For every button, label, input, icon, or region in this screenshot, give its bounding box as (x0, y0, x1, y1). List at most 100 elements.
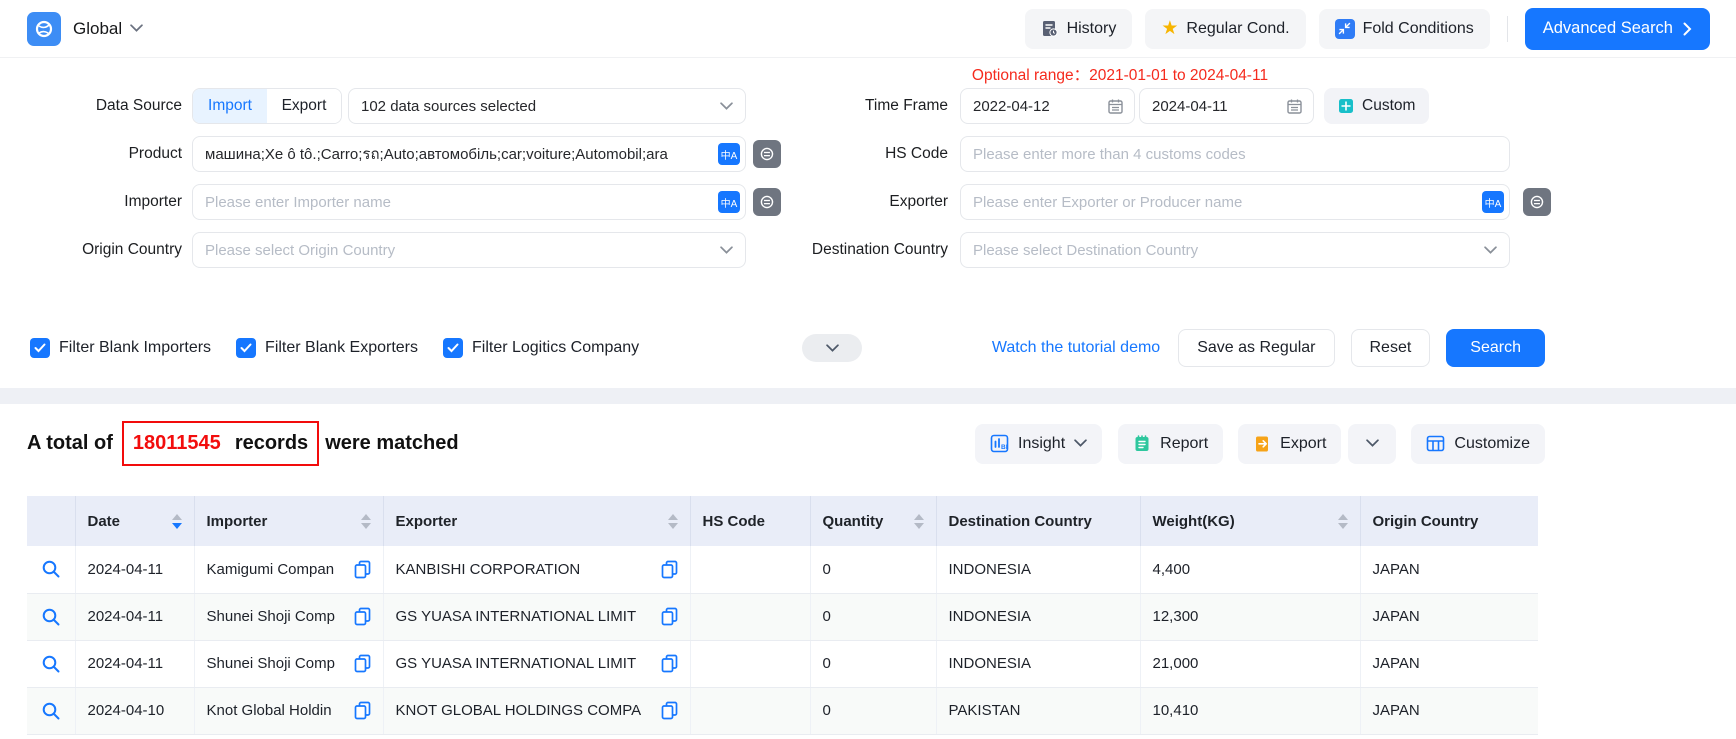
cell-hs-code (690, 593, 810, 640)
destination-country-select[interactable]: Please select Destination Country (960, 232, 1510, 268)
importer-label: Importer (0, 193, 182, 211)
cell-date: 2024-04-11 (75, 593, 194, 640)
origin-country-select[interactable]: Please select Origin Country (192, 232, 746, 268)
exclude-filter-icon[interactable]: ⊜ (753, 188, 781, 216)
calendar-icon (1286, 98, 1303, 115)
report-label: Report (1160, 435, 1208, 453)
reset-button[interactable]: Reset (1351, 329, 1431, 367)
copy-icon[interactable] (661, 701, 678, 720)
cell-date: 2024-04-11 (75, 640, 194, 687)
search-button[interactable]: Search (1446, 329, 1545, 367)
chevron-down-icon (826, 344, 839, 353)
calendar-icon (1107, 98, 1124, 115)
copy-icon[interactable] (661, 560, 678, 579)
translate-icon[interactable]: 中A (1482, 191, 1504, 213)
exclude-filter-icon[interactable]: ⊜ (1523, 188, 1551, 216)
sort-arrows-icon[interactable] (668, 514, 678, 529)
translate-icon[interactable]: 中A (718, 191, 740, 213)
optional-range-hint: Optional range：2021-01-01 to 2024-04-11 (940, 63, 1300, 85)
advanced-search-label: Advanced Search (1543, 19, 1673, 38)
col-header-destination-country: Destination Country (936, 496, 1140, 546)
report-icon (1133, 435, 1151, 453)
tab-import[interactable]: Import (193, 89, 267, 123)
importer-input[interactable] (192, 184, 746, 220)
checkbox-filter-blank-exporters[interactable]: Filter Blank Exporters (236, 338, 418, 358)
col-header-date[interactable]: Date (75, 496, 194, 546)
fold-conditions-button[interactable]: Fold Conditions (1319, 9, 1490, 49)
save-as-regular-button[interactable]: Save as Regular (1178, 329, 1334, 367)
cell-destination: INDONESIA (936, 640, 1140, 687)
tutorial-demo-link[interactable]: Watch the tutorial demo (992, 339, 1160, 357)
cell-date: 2024-04-11 (75, 546, 194, 593)
trade-data-search-app: Global History ★ Regular Cond. (0, 0, 1736, 739)
hs-code-label: HS Code (790, 145, 948, 163)
col-header-origin-country: Origin Country (1360, 496, 1538, 546)
checkbox-checked-icon[interactable] (443, 338, 463, 358)
row-preview-cell (27, 687, 75, 734)
export-dropdown-button[interactable] (1348, 424, 1396, 464)
magnifier-icon[interactable] (41, 654, 61, 674)
insight-label: Insight (1018, 435, 1065, 453)
checkbox-filter-blank-importers[interactable]: Filter Blank Importers (30, 338, 211, 358)
advanced-search-button[interactable]: Advanced Search (1525, 8, 1710, 50)
copy-icon[interactable] (661, 654, 678, 673)
history-icon (1041, 20, 1059, 38)
customize-label: Customize (1454, 435, 1530, 453)
form-row-product: Product 中A ⊜ HS Code (0, 136, 1736, 172)
form-row-importer: Importer 中A ⊜ Exporter 中A ⊜ (0, 184, 1736, 220)
checkbox-checked-icon[interactable] (30, 338, 50, 358)
form-row-datasource: Data Source Import Export 102 data sourc… (0, 88, 1736, 124)
chevron-down-icon (130, 24, 143, 33)
records-word: records (235, 432, 308, 455)
collapse-conditions-button[interactable] (802, 334, 862, 362)
date-end-input[interactable]: 2024-04-11 (1139, 88, 1314, 124)
report-button[interactable]: Report (1118, 424, 1223, 464)
cell-destination: INDONESIA (936, 593, 1140, 640)
record-count: 18011545 (133, 432, 221, 455)
col-header-exporter[interactable]: Exporter (383, 496, 690, 546)
cell-weight: 10,410 (1140, 687, 1360, 734)
magnifier-icon[interactable] (41, 701, 61, 721)
cell-quantity: 0 (810, 546, 936, 593)
product-input[interactable] (192, 136, 746, 172)
customize-button[interactable]: Customize (1411, 424, 1545, 464)
sort-arrows-icon[interactable] (914, 514, 924, 529)
copy-icon[interactable] (354, 560, 371, 579)
checkbox-filter-logistics-company[interactable]: Filter Logitics Company (443, 338, 639, 358)
date-start-input[interactable]: 2022-04-12 (960, 88, 1135, 124)
tab-export[interactable]: Export (267, 89, 341, 123)
regular-cond-button[interactable]: ★ Regular Cond. (1145, 9, 1305, 49)
sort-arrows-icon[interactable] (361, 514, 371, 529)
checkbox-checked-icon[interactable] (236, 338, 256, 358)
col-header-importer[interactable]: Importer (194, 496, 383, 546)
copy-icon[interactable] (354, 701, 371, 720)
region-selector[interactable]: Global (73, 19, 143, 39)
region-label: Global (73, 19, 122, 39)
magnifier-icon[interactable] (41, 607, 61, 627)
section-divider-band (0, 388, 1736, 404)
sort-arrows-icon[interactable] (1338, 514, 1348, 529)
custom-range-button[interactable]: Custom (1324, 88, 1429, 124)
copy-icon[interactable] (661, 607, 678, 626)
exporter-input[interactable] (960, 184, 1510, 220)
copy-icon[interactable] (354, 607, 371, 626)
sort-arrows-icon[interactable] (172, 514, 182, 529)
translate-icon[interactable]: 中A (718, 143, 740, 165)
cell-exporter: KNOT GLOBAL HOLDINGS COMPA (383, 687, 690, 734)
cell-text: GS YUASA INTERNATIONAL LIMIT (396, 608, 637, 625)
col-header-hs-code: HS Code (690, 496, 810, 546)
product-label: Product (0, 145, 182, 163)
copy-icon[interactable] (354, 654, 371, 673)
cell-weight: 12,300 (1140, 593, 1360, 640)
export-button[interactable]: Export (1238, 424, 1341, 464)
cell-importer: Shunei Shoji Comp (194, 640, 383, 687)
col-header-weight-kg[interactable]: Weight(KG) (1140, 496, 1360, 546)
hs-code-input[interactable] (960, 136, 1510, 172)
exclude-filter-icon[interactable]: ⊜ (753, 140, 781, 168)
magnifier-icon[interactable] (41, 559, 61, 579)
table-row: 2024-04-11Shunei Shoji CompGS YUASA INTE… (27, 593, 1538, 640)
col-header-quantity[interactable]: Quantity (810, 496, 936, 546)
history-button[interactable]: History (1025, 9, 1133, 49)
insight-button[interactable]: BI Insight (975, 424, 1102, 464)
data-sources-select[interactable]: 102 data sources selected (348, 88, 746, 124)
